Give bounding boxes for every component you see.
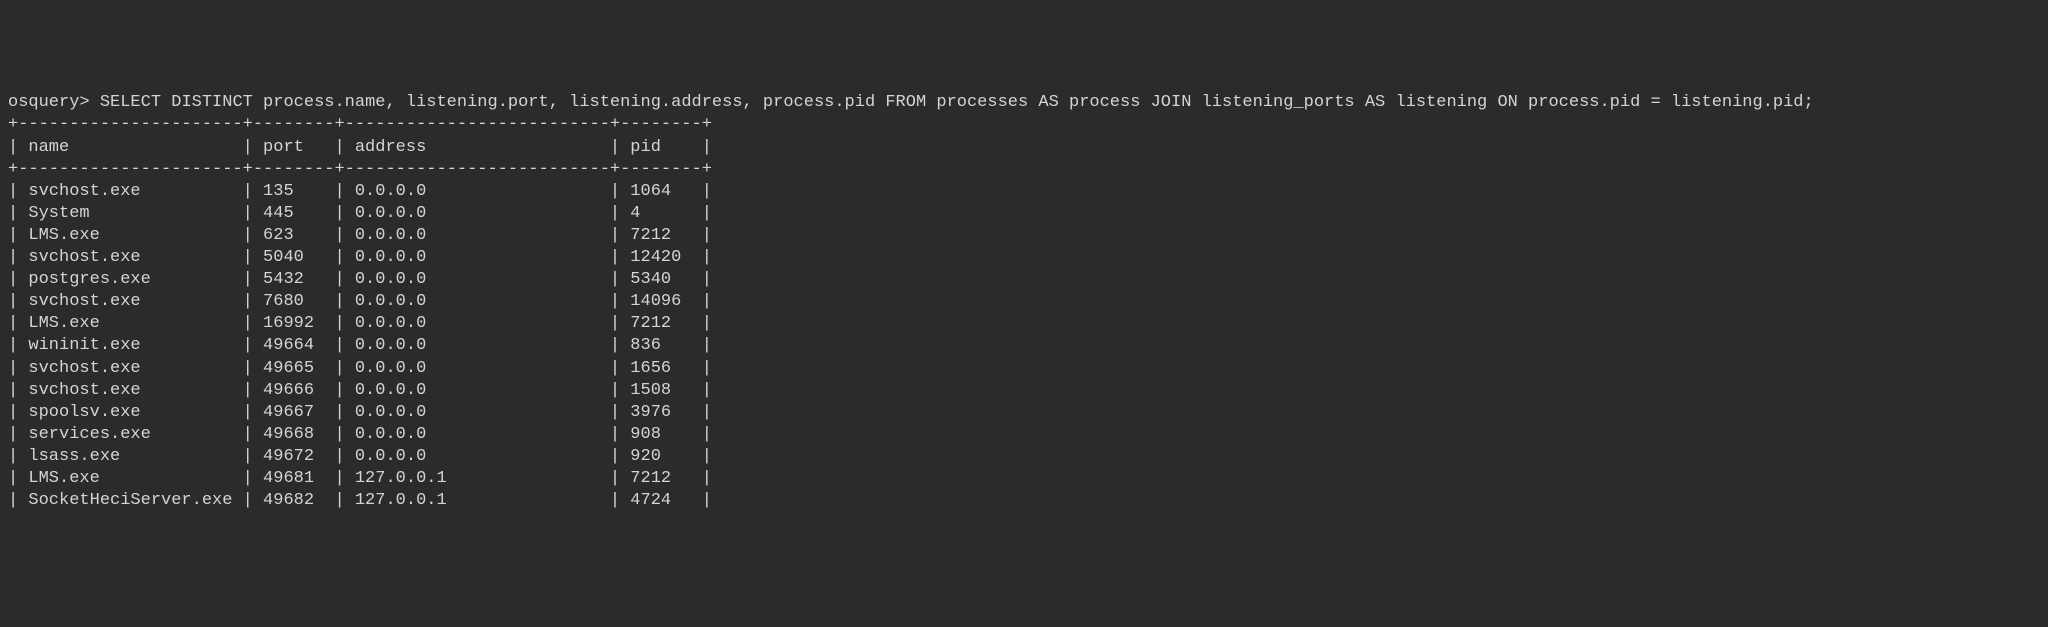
table-top-border: +----------------------+--------+-------… xyxy=(8,115,712,134)
query-text: SELECT DISTINCT process.name, listening.… xyxy=(100,93,1814,112)
table-header-row: | name | port | address | pid | xyxy=(8,138,712,157)
table-header-border: +----------------------+--------+-------… xyxy=(8,160,712,179)
prompt-line: osquery> SELECT DISTINCT process.name, l… xyxy=(8,93,1814,112)
terminal-output[interactable]: osquery> SELECT DISTINCT process.name, l… xyxy=(8,92,2040,512)
table-data-rows: | svchost.exe | 135 | 0.0.0.0 | 1064 | |… xyxy=(8,181,2040,512)
prompt: osquery> xyxy=(8,93,100,112)
